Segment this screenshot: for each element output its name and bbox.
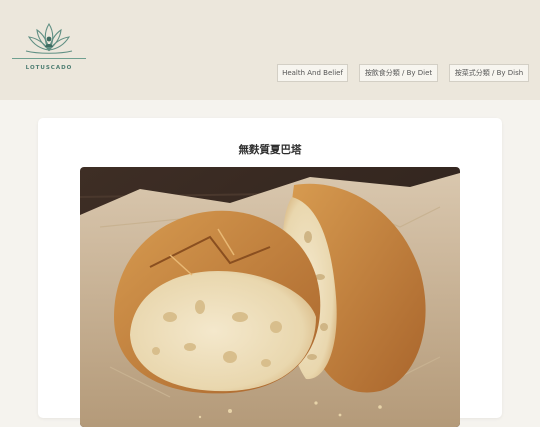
- brand-logo[interactable]: LOTUSCADO: [12, 20, 86, 76]
- nav-label: 按飲食分類 / By Diet: [364, 69, 433, 77]
- site-header: LOTUSCADO Health And Belief 按飲食分類 / By D…: [0, 0, 540, 100]
- bread-image: [80, 167, 460, 427]
- nav-label: 按菜式分類 / By Dish: [454, 69, 524, 77]
- nav-health-and-belief[interactable]: Health And Belief: [277, 64, 348, 82]
- nav-label: Health And Belief: [282, 69, 343, 77]
- recipe-title: 無麩質夏巴塔: [238, 144, 302, 156]
- lotus-icon: [25, 22, 73, 54]
- nav-by-dish[interactable]: 按菜式分類 / By Dish: [449, 64, 529, 82]
- recipe-card: 無麩質夏巴塔: [38, 118, 502, 427]
- recipe-photo: [80, 167, 460, 427]
- brand-name: LOTUSCADO: [25, 65, 73, 71]
- logo-divider: [12, 58, 86, 59]
- nav-by-diet[interactable]: 按飲食分類 / By Diet: [359, 64, 438, 82]
